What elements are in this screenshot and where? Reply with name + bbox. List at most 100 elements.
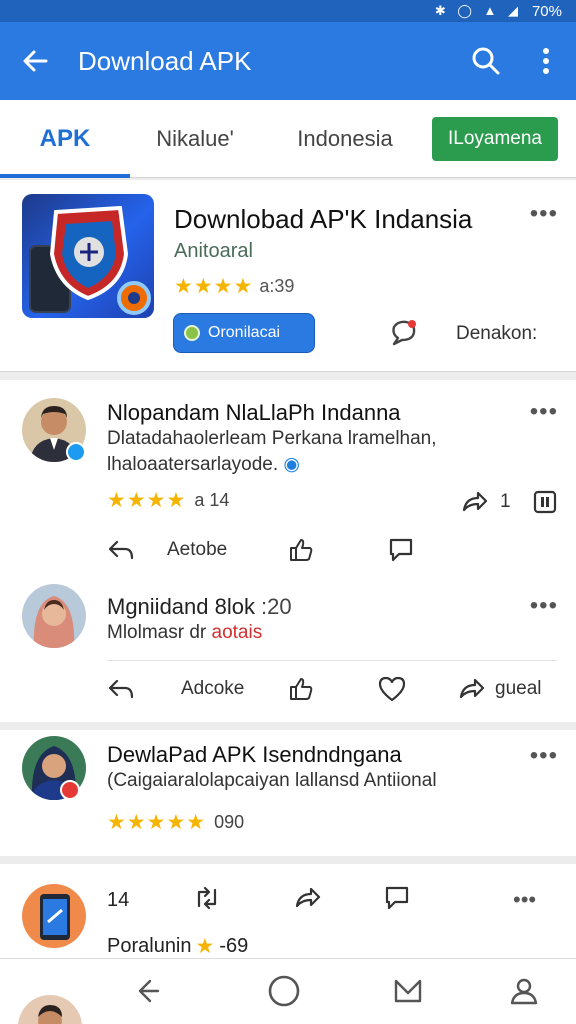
star-rating-icon: ★★★★ — [107, 489, 187, 512]
post-rating-text: a 14 — [194, 490, 230, 510]
app-card: Downlobad AP'K Indansia ••• Anitoaral ★★… — [0, 180, 576, 372]
app-developer: Anitoaral — [174, 240, 253, 262]
retweet-icon — [197, 886, 217, 909]
post-text-prefix: Mlolmasr dr — [107, 622, 207, 643]
app-icon[interactable] — [22, 194, 154, 318]
nav-profile-button[interactable] — [506, 973, 542, 1009]
reply-icon — [108, 679, 134, 698]
search-icon — [472, 47, 500, 75]
comment-button[interactable] — [388, 318, 420, 355]
post-text-highlight: aotais — [211, 622, 263, 643]
nav-back-button[interactable] — [130, 973, 166, 1009]
back-arrow-icon — [23, 50, 48, 72]
app-bar: Download APK — [0, 22, 576, 100]
post-more-button[interactable]: ••• — [513, 887, 536, 913]
post-rating-text: -69 — [219, 935, 249, 957]
share-icon — [462, 491, 488, 512]
comment-icon — [389, 538, 413, 562]
post-more-button[interactable]: ••• — [530, 742, 558, 770]
badge-icon — [60, 780, 80, 800]
star-icon: ★ — [195, 935, 216, 958]
post-card: 14 ••• Poralunin ★ -69 — [0, 864, 576, 958]
post-text: (Caigaiaralolapcaiyan lallansd Antiional — [107, 770, 437, 791]
tab-apk[interactable]: APK — [0, 100, 130, 178]
reply-button[interactable] — [107, 675, 167, 703]
home-circle-icon — [268, 975, 300, 1007]
like-button[interactable] — [287, 536, 387, 564]
reply-button[interactable]: Aetobe — [107, 536, 287, 564]
app-more-button[interactable]: ••• — [530, 200, 558, 228]
search-button[interactable] — [456, 22, 516, 100]
app-rating-text: a:39 — [259, 276, 295, 296]
post-author: DewlaPad APK Isendndngana — [107, 742, 402, 767]
share-label[interactable]: Denakon: — [456, 323, 537, 345]
post-text-line1: Dlatadahaolerleam Perkana lramelhan, — [107, 428, 437, 449]
post-header: Mgniidand 8lok :20 — [107, 594, 292, 620]
chat-bubble-icon — [392, 320, 416, 346]
person-avatar-icon — [33, 596, 75, 648]
comment-icon — [385, 886, 409, 909]
nav-home-button[interactable] — [266, 973, 302, 1009]
app-rating: ★★★★ a:39 — [174, 274, 294, 299]
share-button[interactable] — [293, 884, 383, 917]
post-more-button[interactable]: ••• — [530, 398, 558, 426]
globe-icon: ◉ — [283, 454, 300, 475]
post-author: Mgniidand 8lok — [107, 594, 255, 619]
app-bar-title: Download APK — [78, 45, 252, 76]
tab-nikalue[interactable]: Nikalue' — [130, 100, 260, 178]
user-icon — [510, 978, 538, 1005]
battery-level: 70% — [531, 2, 562, 20]
verified-badge-icon — [66, 442, 86, 462]
post-count: 14 — [107, 888, 130, 911]
post-card: Nlopandam NlaLlaPh Indanna ••• Dlatadaha… — [0, 380, 576, 576]
nav-messages-button[interactable] — [390, 973, 426, 1009]
bookmark-square-icon — [533, 490, 557, 514]
retweet-label: Adcoke — [181, 677, 245, 699]
save-button[interactable] — [533, 490, 557, 519]
post-rating: ★★★★ a 14 — [107, 488, 229, 513]
share-count-group[interactable]: 1 — [460, 488, 511, 516]
post-card: DewlaPad APK Isendndngana ••• (Caigaiara… — [0, 730, 576, 856]
avatar[interactable] — [22, 884, 86, 948]
shield-logo-icon — [29, 205, 151, 315]
back-chevron-icon — [138, 979, 160, 1003]
thumbs-up-icon — [290, 539, 313, 561]
comment-action-button[interactable] — [383, 884, 513, 917]
phone-app-icon — [40, 894, 70, 940]
app-name: Downlobad AP'K Indansia — [174, 204, 473, 234]
post-more-button[interactable]: ••• — [530, 592, 558, 620]
post-author: Nlopandam NlaLlaPh Indanna — [107, 400, 401, 425]
post-text: Mlolmasr dr aotais — [107, 620, 262, 646]
comment-action-button[interactable] — [387, 536, 415, 564]
star-rating-icon: ★★★★ — [174, 275, 254, 298]
share-label: gueal — [495, 677, 542, 699]
post-footer: Poralunin ★ -69 — [107, 934, 248, 959]
profile-avatar[interactable] — [18, 995, 82, 1024]
star-rating-icon: ★★★★★ — [107, 811, 207, 834]
back-button[interactable] — [0, 22, 70, 100]
retweet-button[interactable] — [193, 884, 293, 917]
favorite-button[interactable] — [377, 675, 457, 703]
post-author: Poralunin — [107, 935, 192, 957]
thumbs-up-icon — [290, 677, 313, 700]
post-time: :20 — [260, 594, 292, 619]
retweet-button[interactable]: Adcoke — [167, 678, 287, 700]
tab-iloyamena[interactable]: ILoyamena — [431, 116, 558, 161]
post-card: Mgniidand 8lok :20 ••• Mlolmasr dr aotai… — [0, 576, 576, 722]
install-icon — [184, 325, 200, 341]
tab-indonesia[interactable]: Indonesia — [260, 100, 430, 178]
post-rating: ★★★★★ 090 — [107, 810, 244, 835]
post-actions: Adcoke gueal — [107, 660, 557, 716]
overflow-menu-button[interactable] — [516, 22, 576, 100]
share-button[interactable]: gueal — [457, 675, 542, 703]
install-button[interactable]: Oronilacai — [173, 313, 315, 353]
divider — [0, 372, 576, 380]
status-bar: ✱ ◯ ▲ ◢ 70% — [0, 0, 576, 22]
bottom-navigation — [0, 958, 576, 1024]
post-text-line2: lhaloaatersarlayode. ◉ — [107, 452, 300, 478]
reply-icon — [108, 540, 134, 560]
post-rating-text: 090 — [214, 812, 245, 832]
like-button[interactable] — [287, 675, 377, 703]
avatar[interactable] — [22, 584, 86, 648]
mail-icon — [394, 979, 422, 1003]
